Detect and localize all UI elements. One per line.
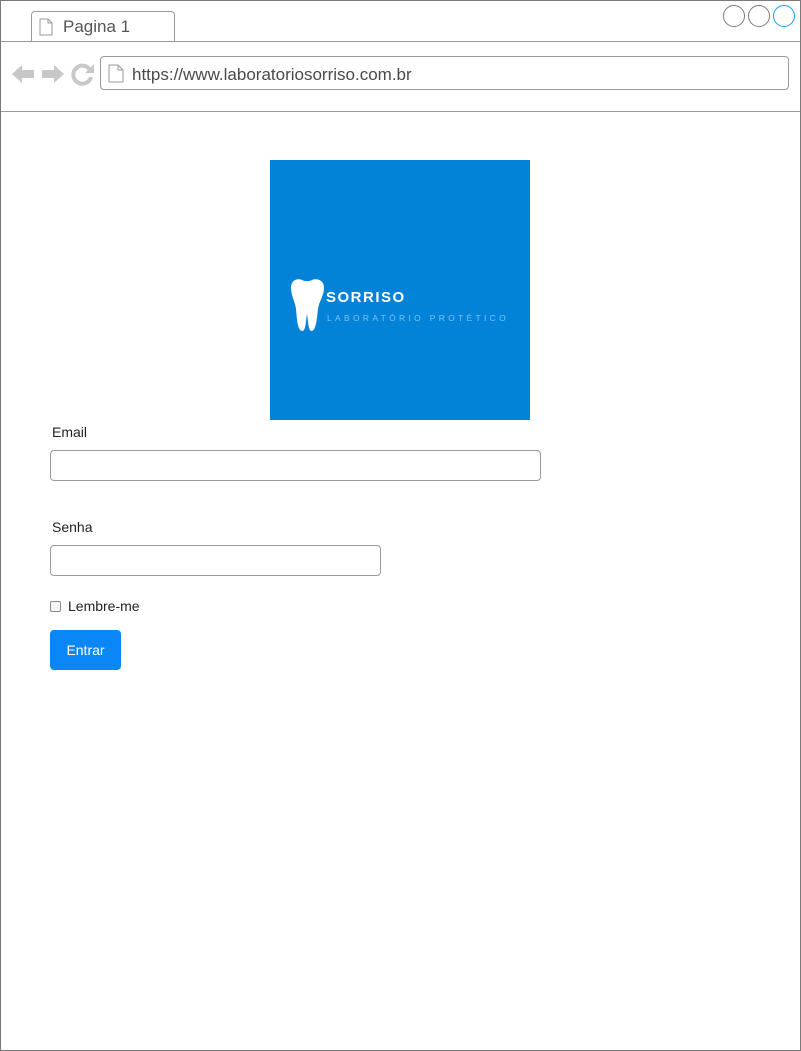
close-button[interactable] bbox=[773, 5, 795, 27]
remember-me-checkbox[interactable] bbox=[50, 600, 61, 612]
tab-pagina-1[interactable]: Pagina 1 bbox=[31, 11, 175, 41]
tooth-icon bbox=[291, 279, 324, 332]
email-label: Email bbox=[52, 424, 88, 440]
browser-window: Pagina 1 https://www.laboratoriosorriso.… bbox=[0, 0, 801, 1051]
reload-icon[interactable] bbox=[71, 62, 95, 86]
email-field[interactable] bbox=[50, 450, 541, 481]
remember-me-label: Lembre-me bbox=[68, 598, 140, 614]
logo: SORRISO LABORATÓRIO PROTÉTICO bbox=[270, 160, 530, 420]
tab-strip: Pagina 1 bbox=[1, 1, 800, 42]
arrow-left-icon[interactable] bbox=[11, 62, 35, 86]
address-bar[interactable]: https://www.laboratoriosorriso.com.br bbox=[100, 56, 789, 90]
logo-subtitle: LABORATÓRIO PROTÉTICO bbox=[327, 313, 510, 323]
senha-label: Senha bbox=[52, 519, 93, 535]
minimize-button[interactable] bbox=[723, 5, 745, 27]
submit-button-label: Entrar bbox=[66, 642, 105, 658]
page-icon bbox=[39, 18, 53, 36]
window-controls bbox=[723, 5, 797, 27]
logo-title: SORRISO bbox=[326, 289, 406, 306]
page-icon bbox=[108, 64, 124, 83]
password-field[interactable] bbox=[50, 545, 381, 576]
tab-label: Pagina 1 bbox=[63, 17, 131, 36]
remember-me[interactable]: Lembre-me bbox=[50, 598, 140, 614]
maximize-button[interactable] bbox=[748, 5, 770, 27]
browser-toolbar: https://www.laboratoriosorriso.com.br bbox=[1, 42, 800, 112]
url-text: https://www.laboratoriosorriso.com.br bbox=[132, 65, 412, 84]
submit-button[interactable]: Entrar bbox=[50, 630, 121, 670]
arrow-right-icon[interactable] bbox=[41, 62, 65, 86]
